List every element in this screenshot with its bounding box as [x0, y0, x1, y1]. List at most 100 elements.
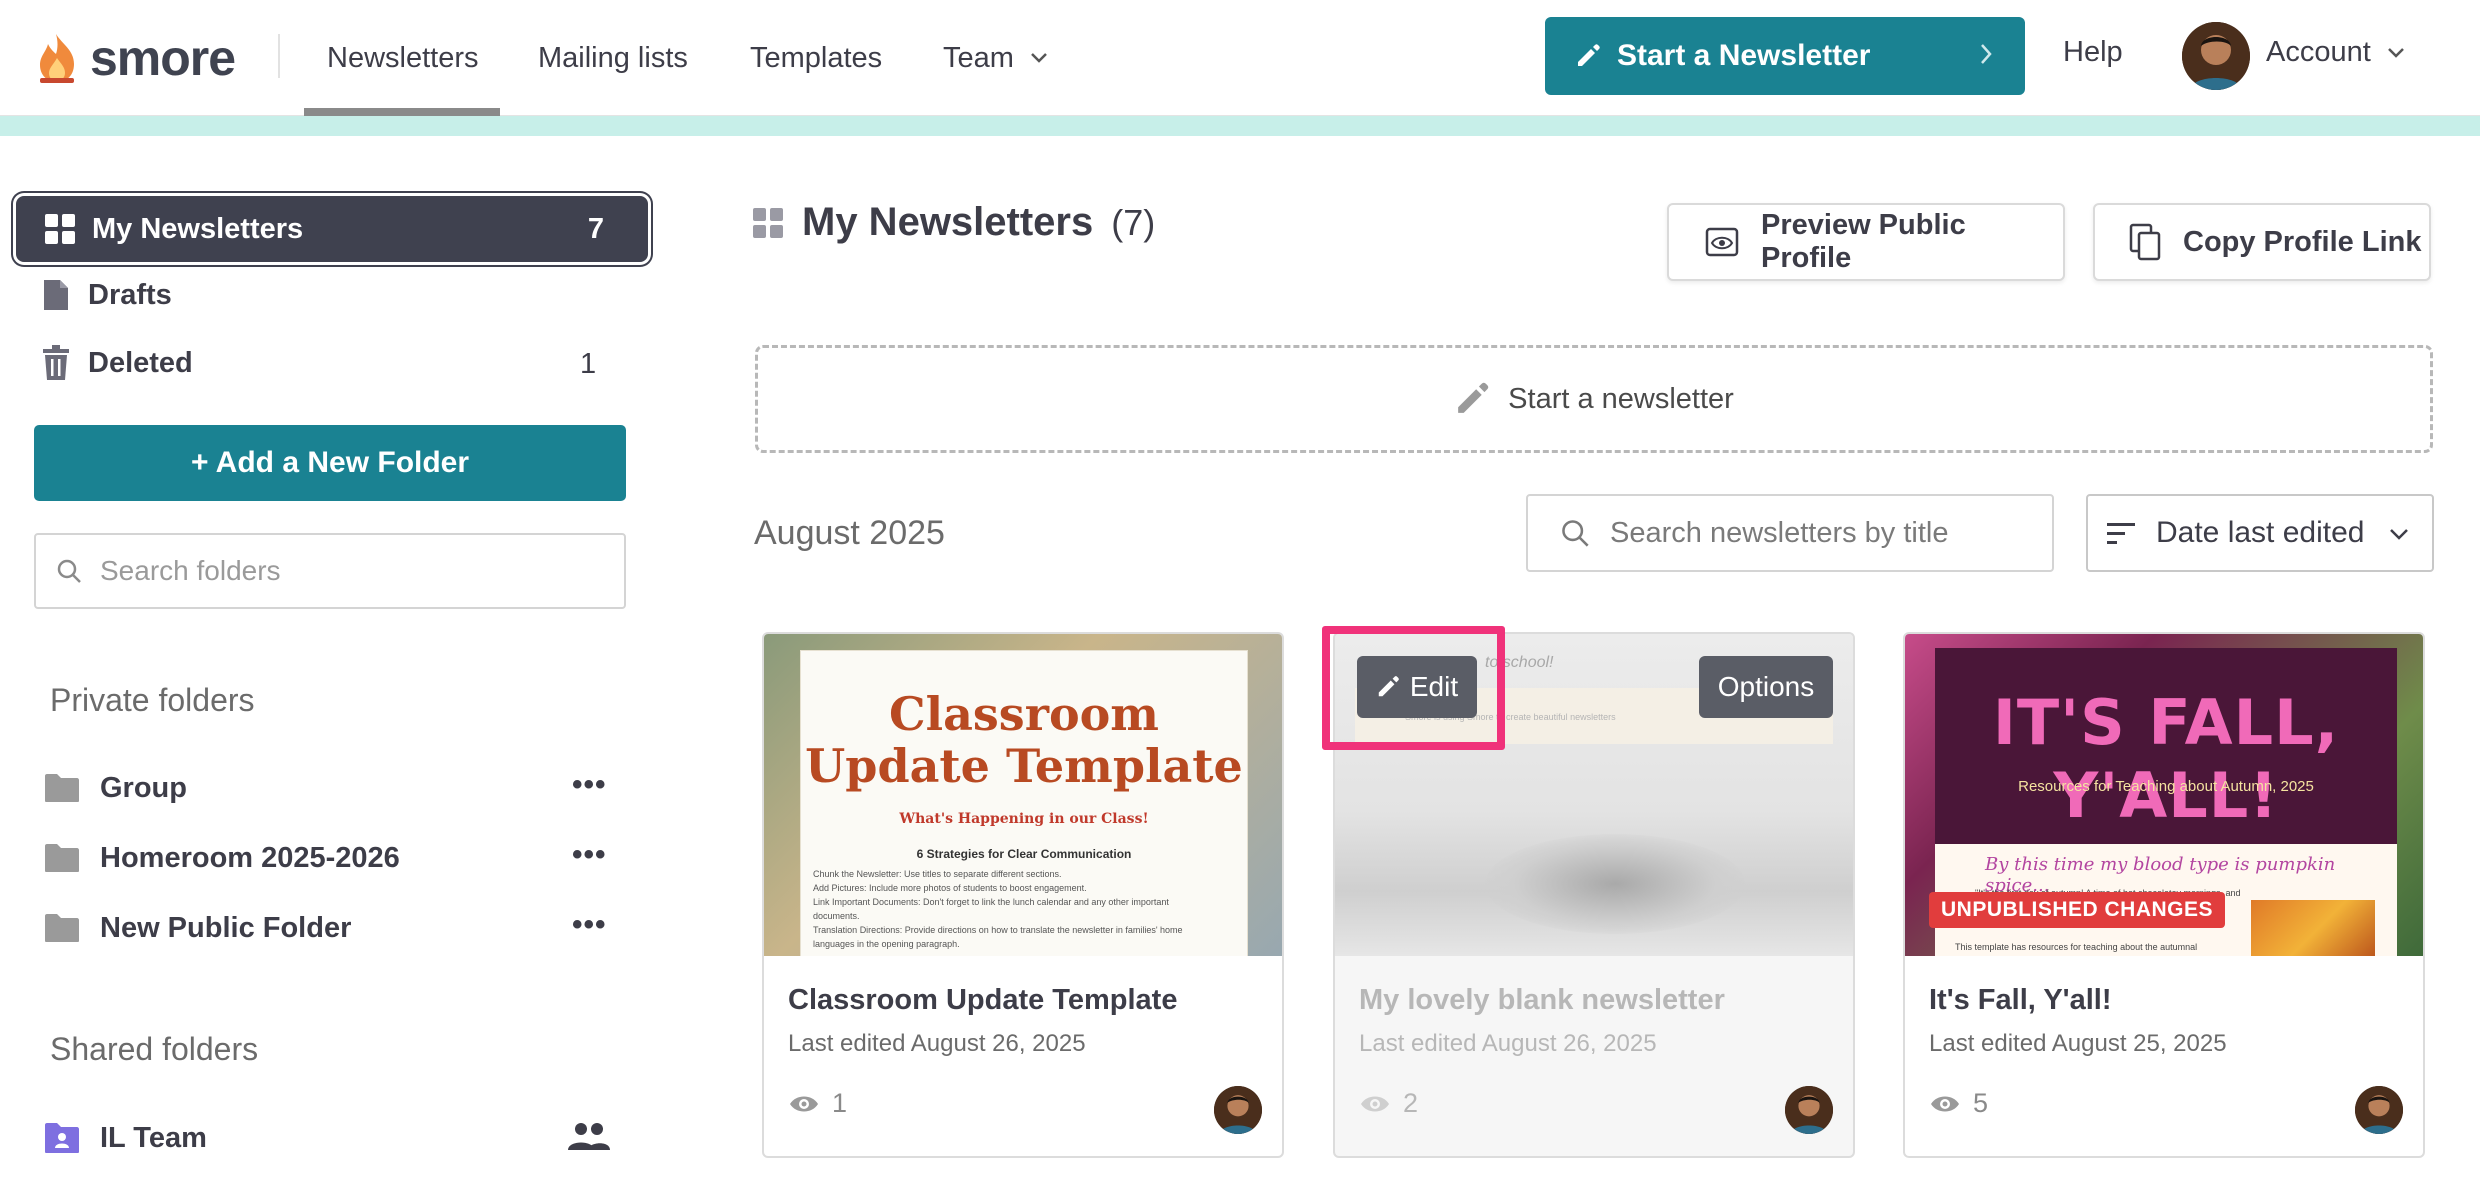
- search-icon: [56, 558, 82, 584]
- thumbnail-banner: IT'S FALL, Y'ALL! Resources for Teaching…: [1935, 648, 2397, 844]
- newsletter-title[interactable]: My lovely blank newsletter: [1359, 984, 1725, 1017]
- thumbnail-line: documents.: [813, 911, 860, 921]
- newsletter-thumbnail: Classroom Update Template What's Happeni…: [764, 634, 1282, 956]
- page-title-count: (7): [1111, 201, 1156, 243]
- flame-icon: [36, 32, 78, 84]
- start-newsletter-label: Start a Newsletter: [1617, 39, 1871, 72]
- header-accent-strip: [0, 116, 2480, 136]
- thumbnail-image: [2251, 900, 2375, 956]
- chevron-down-icon: [2388, 520, 2410, 548]
- trash-icon: [42, 345, 70, 381]
- top-navigation-bar: smore Newsletters Mailing lists Template…: [0, 0, 2480, 116]
- thumbnail-line: Chunk the Newsletter: Use titles to sepa…: [813, 869, 1062, 879]
- thumbnail-blur: [1485, 834, 1745, 934]
- preview-public-profile-button[interactable]: Preview Public Profile: [1667, 203, 2065, 281]
- folder-item-il-team[interactable]: IL Team: [44, 1118, 207, 1158]
- smore-logo[interactable]: smore: [36, 28, 236, 88]
- eye-icon: [1929, 1093, 1961, 1115]
- sidebar-item-label: My Newsletters: [92, 212, 304, 245]
- thumbnail-heading: IT'S FALL, Y'ALL!: [1992, 686, 2340, 832]
- preview-public-profile-label: Preview Public Profile: [1761, 209, 1966, 274]
- add-folder-button[interactable]: + Add a New Folder: [34, 425, 626, 501]
- sidebar-item-count: 7: [587, 212, 604, 245]
- copy-profile-link-label: Copy Profile Link: [2183, 225, 2422, 258]
- thumbnail-page: Classroom Update Template What's Happeni…: [800, 650, 1248, 956]
- chevron-down-icon: [1030, 52, 1048, 64]
- search-folders-input[interactable]: Search folders: [34, 533, 626, 609]
- sidebar-item-my-newsletters[interactable]: My Newsletters 7: [16, 196, 648, 262]
- sort-icon: [2106, 521, 2136, 545]
- thumbnail-subheading: Resources for Teaching about Autumn, 202…: [2018, 778, 2314, 795]
- nav-newsletters[interactable]: Newsletters: [327, 0, 479, 116]
- account-avatar[interactable]: [2182, 22, 2250, 90]
- view-count-value: 1: [832, 1088, 848, 1118]
- account-menu[interactable]: Account: [2266, 36, 2405, 69]
- sidebar-item-drafts[interactable]: Drafts: [42, 278, 172, 312]
- chevron-down-icon: [2387, 47, 2405, 59]
- private-folders-heading: Private folders: [50, 682, 255, 718]
- nav-team[interactable]: Team: [943, 0, 1048, 116]
- folder-label: Group: [100, 771, 187, 804]
- sort-dropdown[interactable]: Date last edited: [2086, 494, 2434, 572]
- logo-text: smore: [90, 30, 236, 86]
- newsletter-card-classroom-update[interactable]: Classroom Update Template What's Happeni…: [762, 632, 1284, 1158]
- newsletter-card-its-fall[interactable]: IT'S FALL, Y'ALL! Resources for Teaching…: [1903, 632, 2425, 1158]
- grid-icon: [44, 213, 76, 245]
- view-count: 2: [1359, 1088, 1418, 1119]
- shared-folders-heading: Shared folders: [50, 1031, 259, 1067]
- newsletter-title[interactable]: It's Fall, Y'all!: [1929, 984, 2111, 1017]
- folder-options-button[interactable]: •••: [572, 768, 607, 802]
- people-icon[interactable]: [566, 1120, 612, 1152]
- sidebar-item-label: Drafts: [88, 278, 172, 311]
- copy-profile-link-button[interactable]: Copy Profile Link: [2093, 203, 2431, 281]
- page-title: My Newsletters (7): [752, 200, 1155, 245]
- thumbnail-line: Add Pictures: Include more photos of stu…: [813, 883, 1087, 893]
- pencil-icon: [1454, 381, 1490, 417]
- start-newsletter-text: Start a newsletter: [1508, 382, 1734, 415]
- folder-label: IL Team: [100, 1121, 207, 1154]
- author-avatar: [1785, 1086, 1833, 1134]
- newsletter-thumbnail: IT'S FALL, Y'ALL! Resources for Teaching…: [1905, 634, 2423, 956]
- page-title-text: My Newsletters: [802, 200, 1094, 244]
- grid-icon: [752, 207, 784, 239]
- options-button[interactable]: Options: [1699, 656, 1833, 718]
- folder-options-button[interactable]: •••: [572, 908, 607, 942]
- help-link[interactable]: Help: [2063, 36, 2123, 69]
- shared-folder-icon: [44, 1122, 80, 1154]
- folder-icon: [44, 913, 80, 943]
- author-avatar: [1214, 1086, 1262, 1134]
- newsletter-title[interactable]: Classroom Update Template: [788, 984, 1177, 1017]
- thumbnail-line: Link Important Documents: Don't forget t…: [813, 897, 1169, 907]
- sidebar-item-deleted[interactable]: Deleted: [42, 345, 193, 381]
- eye-icon: [1705, 227, 1739, 257]
- newsletter-last-edited: Last edited August 26, 2025: [1359, 1030, 1657, 1057]
- start-newsletter-button[interactable]: Start a Newsletter: [1545, 17, 2025, 95]
- search-newsletters-input[interactable]: Search newsletters by title: [1526, 494, 2054, 572]
- folder-item-new-public-folder[interactable]: New Public Folder: [44, 908, 351, 948]
- folder-options-button[interactable]: •••: [572, 838, 607, 872]
- logo-divider: [278, 34, 280, 78]
- thumbnail-subheading: What's Happening in our Class!: [899, 811, 1149, 827]
- chevron-right-icon: [1979, 39, 1993, 69]
- folder-item-homeroom[interactable]: Homeroom 2025-2026: [44, 838, 400, 878]
- folder-icon: [44, 843, 80, 873]
- start-newsletter-dropzone[interactable]: Start a newsletter: [755, 345, 2433, 453]
- nav-templates[interactable]: Templates: [750, 0, 882, 116]
- author-avatar: [2355, 1086, 2403, 1134]
- folder-item-group[interactable]: Group: [44, 768, 187, 808]
- thumbnail-section: 6 Strategies for Clear Communication: [916, 847, 1132, 861]
- search-icon: [1560, 518, 1590, 548]
- view-count-value: 5: [1973, 1088, 1989, 1118]
- nav-team-label: Team: [943, 41, 1014, 74]
- sidebar-item-label: Deleted: [88, 346, 193, 379]
- thumbnail-line: This template has resources for teaching…: [1955, 942, 2198, 952]
- month-heading: August 2025: [754, 514, 945, 552]
- folder-icon: [44, 773, 80, 803]
- folder-label: New Public Folder: [100, 911, 352, 944]
- eye-icon: [1359, 1093, 1391, 1115]
- account-label: Account: [2266, 36, 2371, 68]
- active-nav-indicator: [304, 108, 500, 116]
- nav-mailing-lists[interactable]: Mailing lists: [538, 0, 688, 116]
- sidebar-item-count: 1: [580, 348, 597, 380]
- copy-icon: [2129, 223, 2161, 261]
